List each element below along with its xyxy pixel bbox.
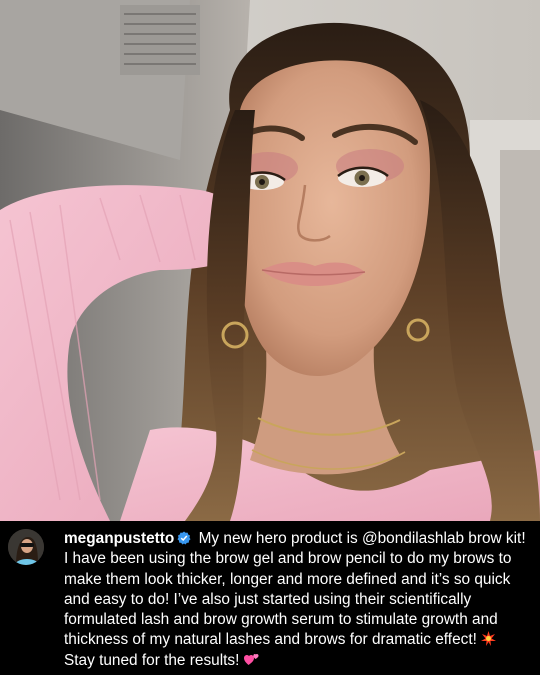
instagram-post: meganpustetto My new hero product is @bo… bbox=[0, 0, 540, 675]
caption-bar: meganpustetto My new hero product is @bo… bbox=[0, 521, 540, 675]
caption-text-1: My new hero product is @bondilashlab bro… bbox=[64, 530, 526, 649]
avatar[interactable] bbox=[8, 529, 44, 565]
two-hearts-icon bbox=[243, 652, 259, 667]
post-photo[interactable] bbox=[0, 0, 540, 521]
verified-badge-icon bbox=[177, 531, 191, 545]
caption-text-2: Stay tuned for the results! bbox=[64, 651, 244, 669]
selfie-image bbox=[0, 0, 540, 521]
sparkle-burst-icon bbox=[481, 631, 497, 647]
avatar-image bbox=[8, 529, 44, 565]
post-caption: meganpustetto My new hero product is @bo… bbox=[64, 529, 526, 671]
username-link[interactable]: meganpustetto bbox=[64, 530, 174, 547]
